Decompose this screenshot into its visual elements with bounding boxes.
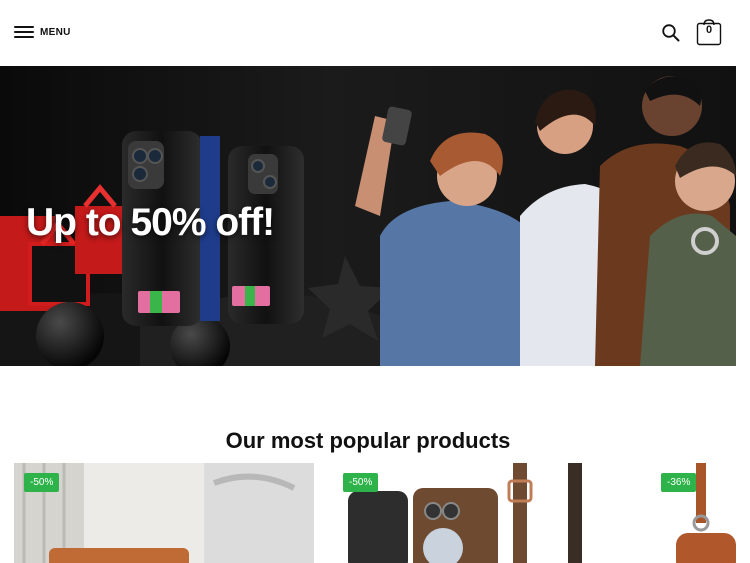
site-header: MENU 0: [0, 0, 750, 66]
product-card-2[interactable]: -50%: [333, 463, 633, 563]
search-icon[interactable]: [661, 23, 681, 43]
cart-count: 0: [705, 24, 713, 36]
hero-headline: Up to 50% off!: [26, 201, 275, 244]
hamburger-icon: [14, 25, 34, 39]
cart-button[interactable]: 0: [696, 18, 722, 46]
product-card-3[interactable]: -36%: [651, 463, 736, 563]
menu-button[interactable]: MENU: [14, 22, 71, 42]
menu-label: MENU: [40, 26, 71, 38]
section-title: Our most popular products: [225, 428, 511, 453]
hero-banner[interactable]: Up to 50% off!: [0, 66, 736, 366]
discount-badge: -50%: [24, 473, 60, 492]
discount-badge: -50%: [343, 473, 379, 492]
discount-badge: -36%: [661, 473, 697, 492]
product-card-1[interactable]: -50%: [14, 463, 314, 563]
